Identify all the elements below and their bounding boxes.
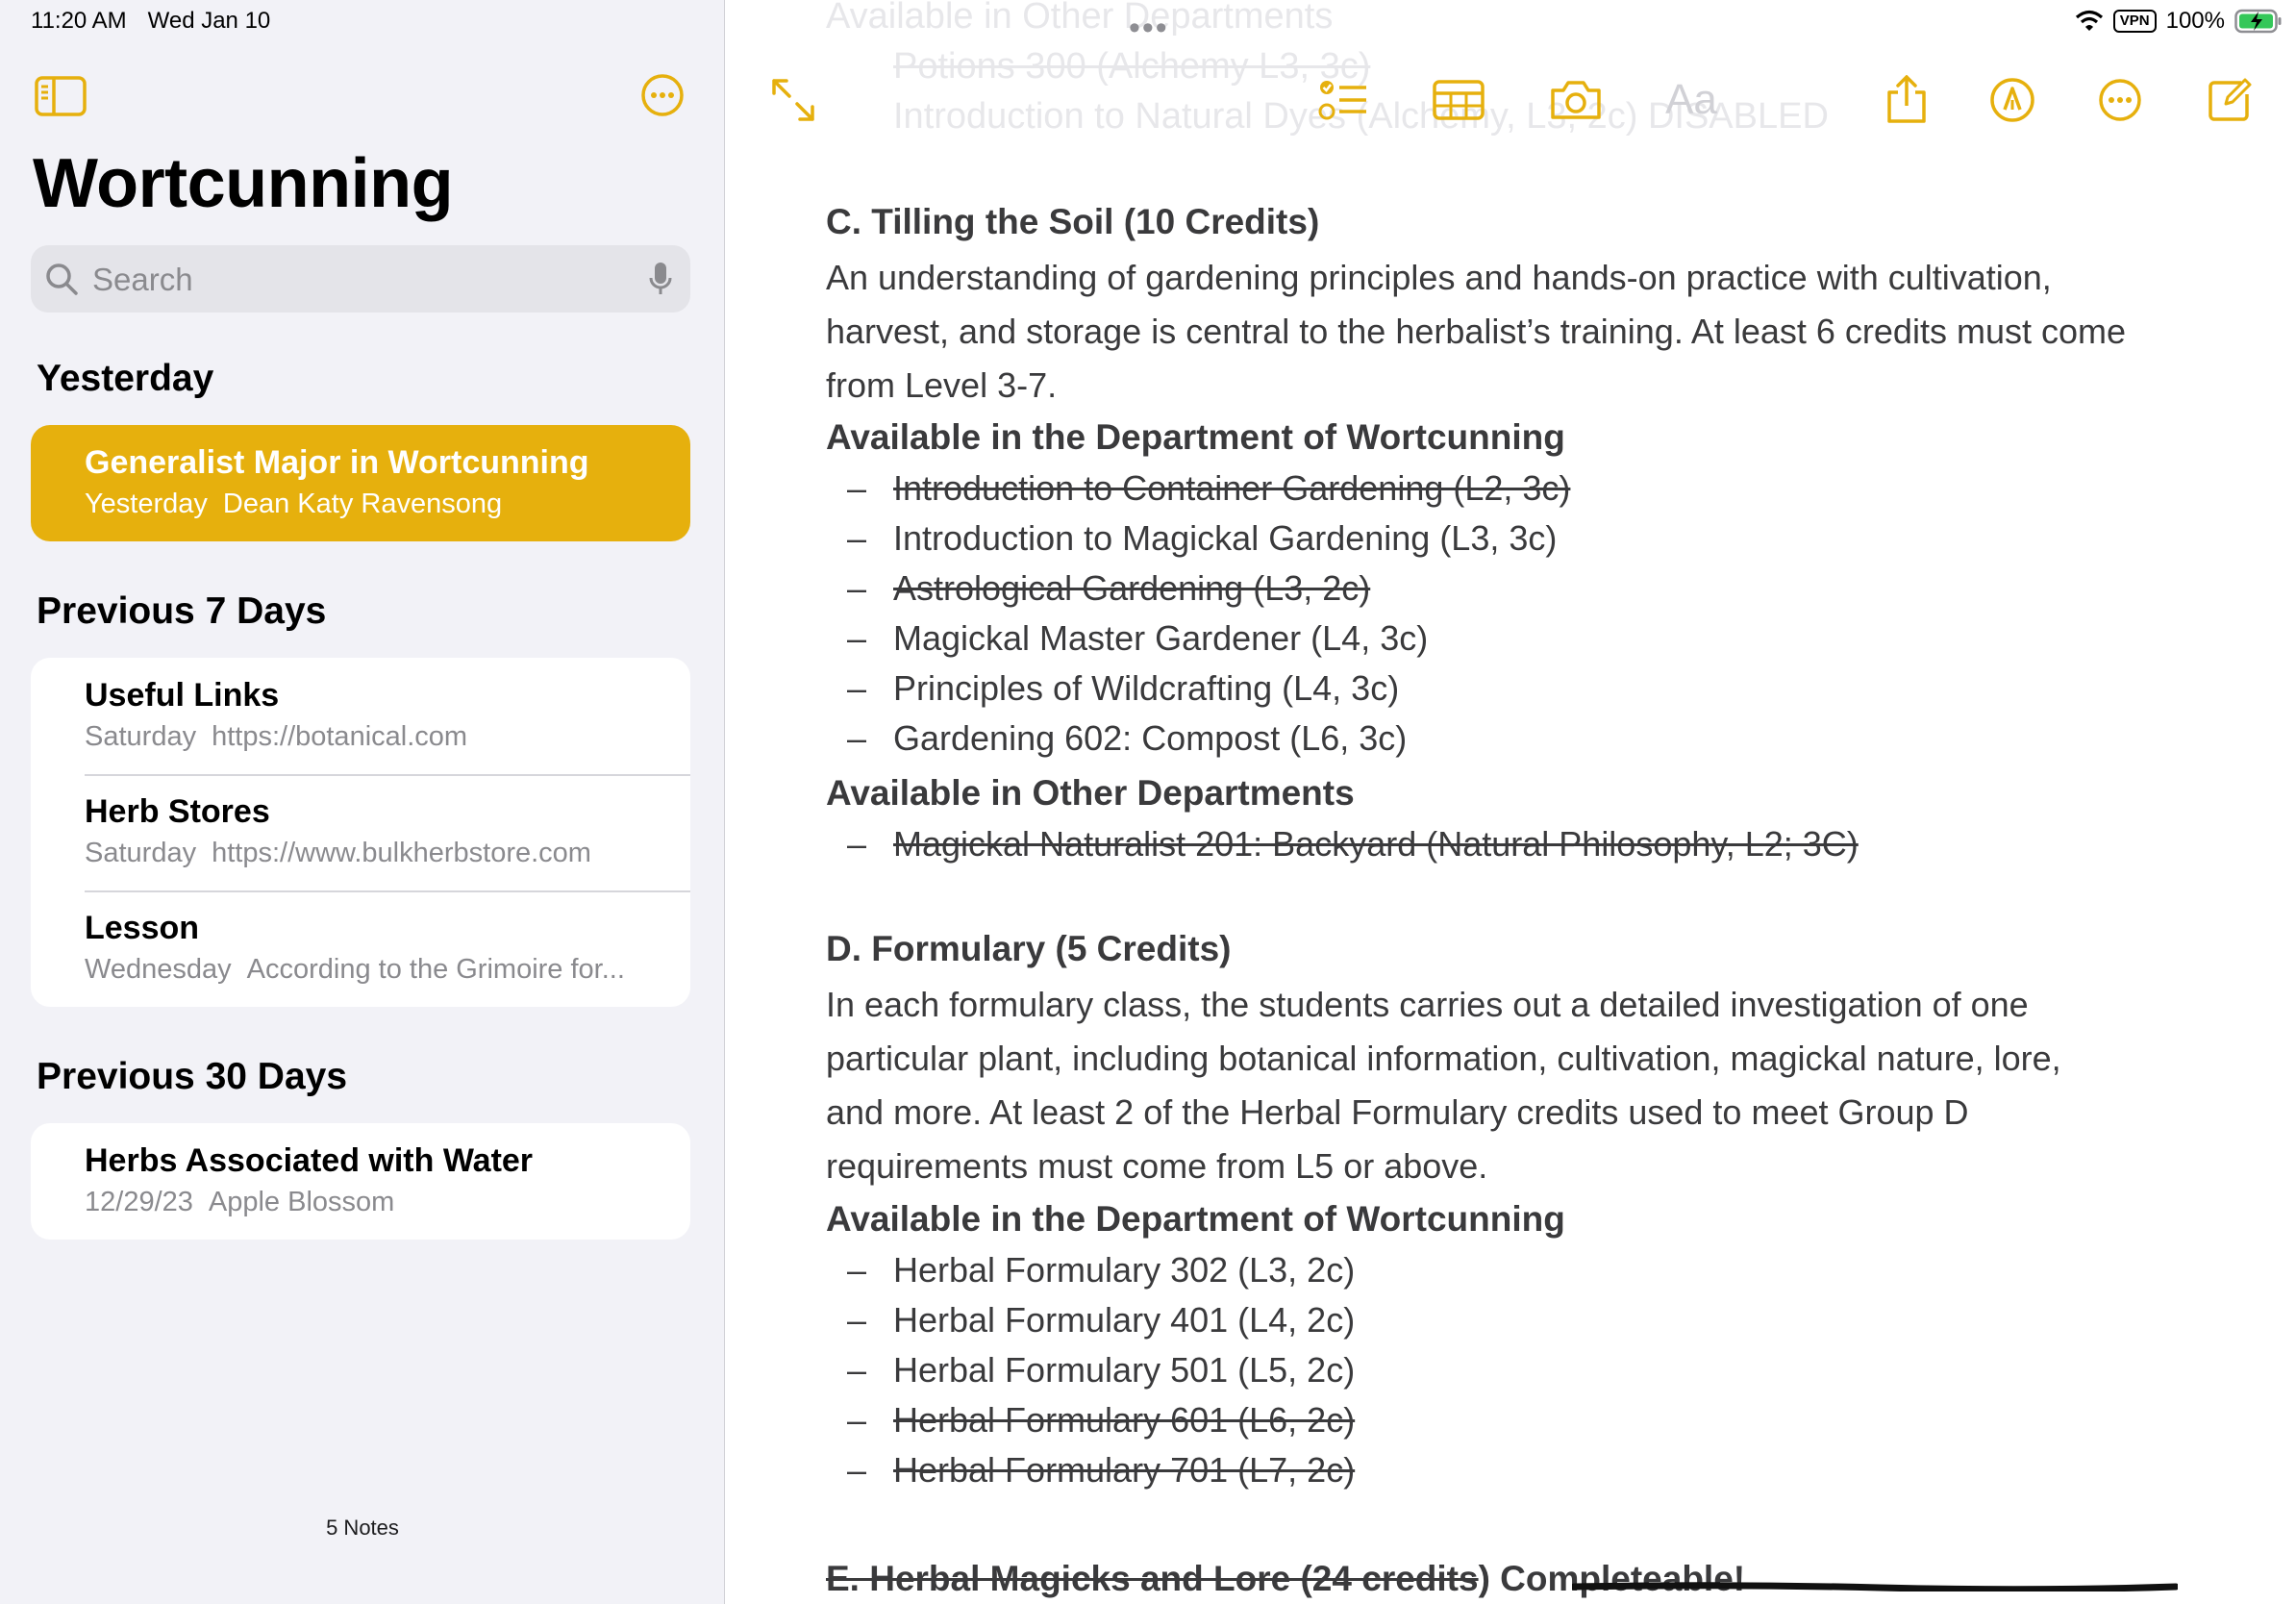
paragraph-line: particular plant, including botanical in… [826, 1039, 2061, 1078]
note-subtitle: Yesterday Dean Katy Ravensong [85, 489, 502, 520]
note-editor[interactable]: Available in Other Departments Potions 3… [726, 0, 2296, 1604]
checklist-icon [1318, 81, 1366, 120]
search-input[interactable] [90, 255, 633, 305]
note-list-yesterday: Generalist Major in Wortcunning Yesterda… [31, 425, 690, 541]
folder-title: Wortcunning [33, 145, 454, 222]
vpn-badge: VPN [2112, 10, 2157, 33]
note-title: Herb Stores [85, 793, 270, 830]
paragraph-line: An understanding of gardening principles… [826, 258, 2052, 297]
faded-item: Potions 300 (Alchemy L3, 3c) [893, 46, 1371, 87]
multitasking-handle[interactable]: ••• [1129, 10, 1169, 47]
note-list-item[interactable]: Lesson Wednesday According to the Grimoir… [31, 890, 690, 1007]
section-heading: D. Formulary (5 Credits) [826, 929, 1232, 968]
note-title: Useful Links [85, 677, 280, 714]
note-list-item[interactable]: Useful Links Saturday https://botanical.c… [31, 658, 690, 774]
paragraph-line: from Level 3-7. [826, 365, 1058, 405]
subsection-heading: Available in the Department of Wortcunni… [826, 417, 1565, 457]
paragraph-line: In each formulary class, the students ca… [826, 985, 2029, 1024]
list-item-text: Principles of Wildcrafting (L4, 3c) [893, 668, 1400, 708]
note-subtitle: Saturday https://www.bulkherbstore.com [85, 838, 591, 869]
battery-percent: 100% [2165, 8, 2225, 34]
checklist-button[interactable] [1312, 69, 1374, 131]
note-list-item[interactable]: Generalist Major in Wortcunning Yesterda… [31, 425, 690, 541]
status-indicators: VPN 100% [2075, 8, 2283, 35]
list-item-text: Herbal Formulary 501 (L5, 2c) [893, 1350, 1356, 1390]
ellipsis-circle-icon [2099, 79, 2141, 121]
list-item-text: Astrological Gardening (L3, 2c) [893, 568, 1371, 608]
markup-button[interactable] [1982, 69, 2043, 131]
list-item-text: Herbal Formulary 701 (L7, 2c) [893, 1450, 1356, 1490]
status-date: Wed Jan 10 [147, 8, 271, 34]
folder-more-button[interactable] [640, 73, 685, 117]
wifi-icon [2075, 10, 2103, 31]
search-bar[interactable] [31, 245, 690, 313]
status-time: 11:20 AM Wed Jan 10 [31, 8, 291, 35]
ellipsis-circle-icon [641, 74, 684, 116]
heading-text: ) Completeable! [1478, 1559, 1746, 1598]
section-heading: E. Herbal Magicks and Lore (24 credits) … [826, 1559, 1745, 1599]
note-list-item[interactable]: Herbs Associated with Water 12/29/23 Appl… [31, 1123, 690, 1240]
section-heading-yesterday: Yesterday [37, 358, 214, 399]
note-preview: https://botanical.com [212, 721, 468, 752]
note-preview: Apple Blossom [208, 1187, 395, 1217]
paragraph-line: requirements must come from L5 or above. [826, 1146, 1488, 1186]
note-list-previous-30-days: Herbs Associated with Water 12/29/23 Appl… [31, 1123, 690, 1240]
more-button[interactable] [2089, 69, 2151, 131]
share-button[interactable] [1876, 69, 1937, 131]
sidebar-toggle-button[interactable] [35, 75, 87, 117]
notes-count: 5 Notes [326, 1516, 399, 1540]
paragraph-line: harvest, and storage is central to the h… [826, 312, 2127, 351]
note-date: 12/29/23 [85, 1187, 193, 1217]
compose-icon [2209, 78, 2252, 121]
subsection-heading: Available in Other Departments [826, 773, 1355, 813]
expand-arrows-icon [772, 79, 814, 121]
note-list-item[interactable]: Herb Stores Saturday https://www.bulkherb… [31, 774, 690, 890]
section-heading-previous-7-days: Previous 7 Days [37, 590, 327, 632]
expand-button[interactable] [762, 69, 824, 131]
section-heading-previous-30-days: Previous 30 Days [37, 1056, 348, 1097]
note-date: Wednesday [85, 954, 232, 985]
note-title: Herbs Associated with Water [85, 1142, 534, 1179]
list-item-text: Herbal Formulary 302 (L3, 2c) [893, 1250, 1356, 1290]
list-item-text: Magickal Naturalist 201: Backyard (Natur… [893, 824, 1859, 864]
compose-button[interactable] [2199, 69, 2260, 131]
list-item-text: Magickal Master Gardener (L4, 3c) [893, 618, 1429, 658]
battery-charging-icon [2234, 9, 2282, 34]
note-list-previous-7-days: Useful Links Saturday https://botanical.c… [31, 658, 690, 1007]
status-clock: 11:20 AM [31, 8, 127, 34]
note-date: Saturday [85, 838, 197, 868]
search-icon [46, 263, 78, 295]
pen-strike-mark [1572, 1582, 2178, 1591]
faded-heading: Available in Other Departments [826, 0, 1334, 37]
list-item-text: Introduction to Container Gardening (L2,… [893, 468, 1571, 508]
sidebar-icon [35, 76, 87, 116]
note-title: Lesson [85, 910, 200, 946]
format-button[interactable]: Aa [1660, 69, 1722, 131]
note-subtitle: Saturday https://botanical.com [85, 721, 467, 753]
share-icon [1887, 75, 1926, 123]
list-item-text: Herbal Formulary 601 (L6, 2c) [893, 1400, 1356, 1440]
list-item-text: Herbal Formulary 401 (L4, 2c) [893, 1300, 1356, 1340]
note-preview: Dean Katy Ravensong [222, 489, 503, 519]
note-preview: https://www.bulkherbstore.com [212, 838, 591, 868]
markup-pen-icon [1990, 78, 2034, 122]
table-button[interactable] [1428, 69, 1489, 131]
sidebar: 11:20 AMWed Jan 10 Wortcunning Yesterd [0, 0, 725, 1604]
table-icon [1433, 80, 1485, 120]
section-heading: C. Tilling the Soil (10 Credits) [826, 202, 1320, 241]
list-item-text: Gardening 602: Compost (L6, 3c) [893, 718, 1408, 758]
note-date: Yesterday [85, 489, 208, 519]
note-subtitle: 12/29/23 Apple Blossom [85, 1187, 394, 1218]
struck-heading-text: E. Herbal Magicks and Lore (24 credits [826, 1559, 1479, 1598]
subsection-heading: Available in the Department of Wortcunni… [826, 1199, 1565, 1239]
microphone-icon[interactable] [648, 261, 673, 297]
note-preview: According to the Grimoire for... [246, 954, 625, 985]
note-title: Generalist Major in Wortcunning [85, 444, 589, 481]
paragraph-line: and more. At least 2 of the Herbal Formu… [826, 1092, 1969, 1132]
note-date: Saturday [85, 721, 197, 752]
list-item-text: Introduction to Magickal Gardening (L3, … [893, 518, 1558, 558]
note-subtitle: Wednesday According to the Grimoire for..… [85, 954, 625, 986]
camera-button[interactable] [1545, 69, 1607, 131]
camera-icon [1551, 81, 1601, 119]
